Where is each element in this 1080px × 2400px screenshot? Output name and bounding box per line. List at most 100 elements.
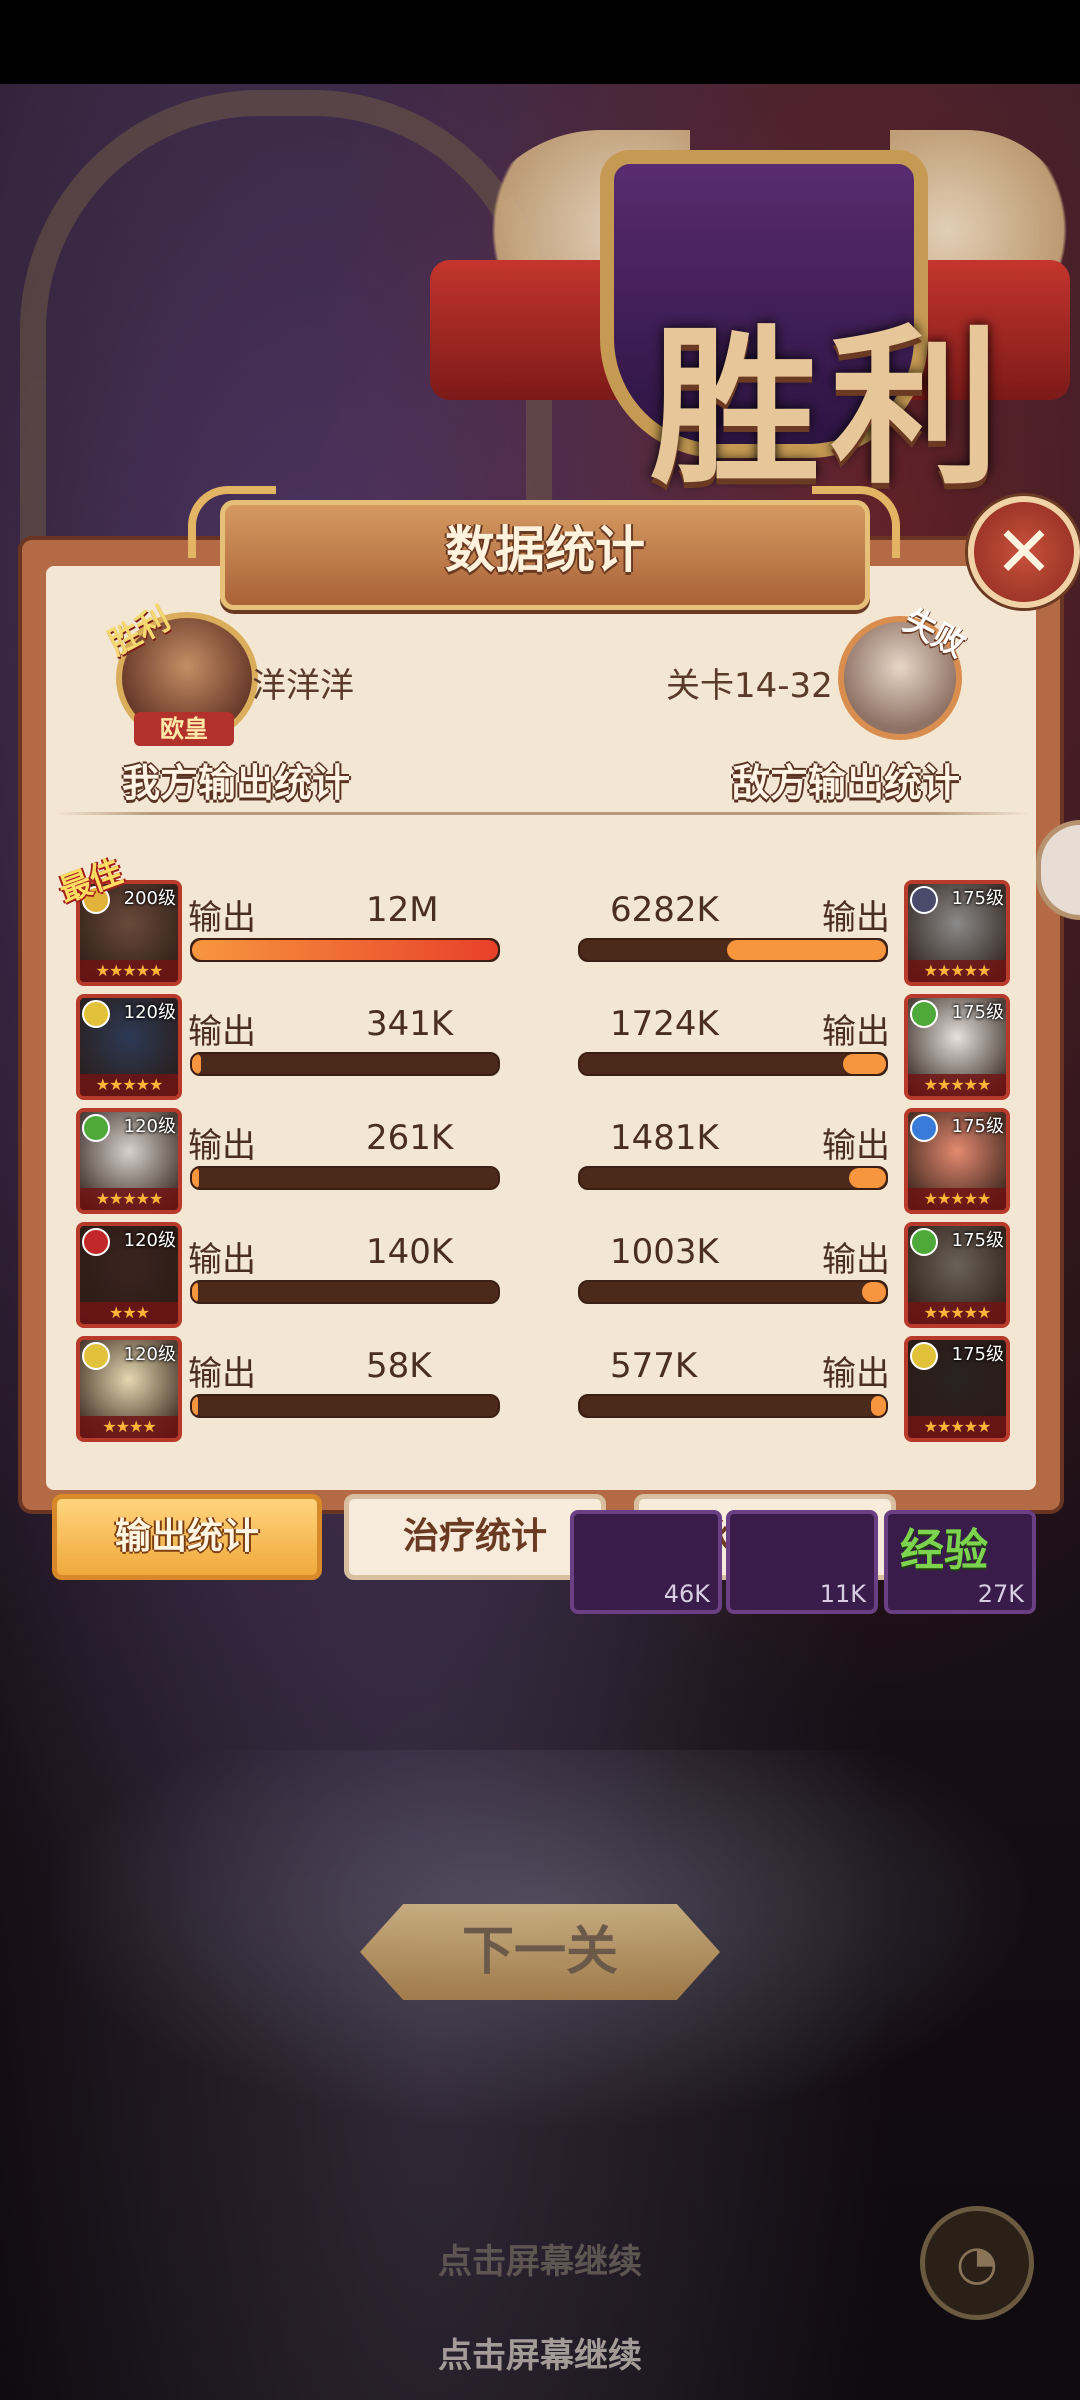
element-icon	[82, 1228, 110, 1256]
output-row: 120级 ★★★ 输出 140K 1003K 输出 175级 ★★★★★	[0, 1222, 1080, 1332]
element-icon	[910, 886, 938, 914]
enemy-output-bar	[578, 1052, 888, 1076]
output-label: 输出	[822, 1126, 890, 1166]
status-bar	[0, 0, 1080, 84]
ally-portrait[interactable]: 120级 ★★★★★	[76, 1108, 182, 1214]
element-icon	[910, 1000, 938, 1028]
enemy-portrait[interactable]: 175级 ★★★★★	[904, 1108, 1010, 1214]
enemy-output-fill	[726, 940, 886, 960]
ally-output-value: 58K	[366, 1346, 432, 1386]
hero-level: 175级	[951, 1002, 1004, 1023]
reward-value: 11K	[819, 1580, 866, 1608]
enemy-output-fill	[870, 1396, 886, 1416]
enemy-portrait[interactable]: 175级 ★★★★★	[904, 1222, 1010, 1328]
enemy-output-bar	[578, 938, 888, 962]
output-row: 120级 ★★★★★ 输出 341K 1724K 输出 175级 ★★★★★	[0, 994, 1080, 1104]
element-icon	[910, 1342, 938, 1370]
ally-portrait[interactable]: 120级 ★★★	[76, 1222, 182, 1328]
enemy-output-bar	[578, 1394, 888, 1418]
enemy-output-fill	[861, 1282, 886, 1302]
element-icon	[910, 1114, 938, 1142]
enemy-output-value: 1724K	[610, 1004, 719, 1044]
tab-output-stats[interactable]: 输出统计	[52, 1494, 322, 1580]
star-rating: ★★★★★	[80, 1074, 178, 1096]
close-icon: ✕	[994, 511, 1054, 593]
output-label: 输出	[188, 1240, 256, 1280]
output-label: 输出	[188, 1354, 256, 1394]
hero-level: 175级	[951, 1344, 1004, 1365]
enemy-output-bar	[578, 1166, 888, 1190]
enemy-output-fill	[849, 1168, 886, 1188]
hero-level: 120级	[123, 1002, 176, 1023]
enemy-output-fill	[843, 1054, 886, 1074]
output-label: 输出	[822, 1354, 890, 1394]
section-divider	[54, 812, 1030, 815]
ally-output-bar	[190, 1280, 500, 1304]
player-name: 洋洋洋	[252, 666, 354, 706]
ally-output-bar	[190, 938, 500, 962]
ally-output-value: 12M	[366, 890, 439, 930]
close-button[interactable]: ✕	[968, 496, 1080, 608]
enemy-output-value: 1003K	[610, 1232, 719, 1272]
hero-level: 175级	[951, 1230, 1004, 1251]
ally-output-value: 341K	[366, 1004, 454, 1044]
tap-to-continue-faded: 点击屏幕继续	[438, 2242, 642, 2282]
output-row: 120级 ★★★★ 输出 58K 577K 输出 175级 ★★★★★	[0, 1336, 1080, 1446]
next-stage-button[interactable]: 下一关	[360, 1904, 720, 2000]
ally-output-fill	[192, 940, 498, 960]
ally-portrait[interactable]: 120级 ★★★★★	[76, 994, 182, 1100]
hero-level: 200级	[123, 888, 176, 909]
ally-portrait[interactable]: 120级 ★★★★	[76, 1336, 182, 1442]
stage-label: 关卡14-32	[666, 666, 833, 706]
output-row: 200级 ★★★★★ 输出 12M 6282K 输出 175级 ★★★★★	[0, 880, 1080, 990]
output-label: 输出	[822, 1240, 890, 1280]
star-rating: ★★★★★	[908, 1074, 1006, 1096]
reward-item-2: 11K	[726, 1510, 878, 1614]
enemy-portrait[interactable]: 175级 ★★★★★	[904, 1336, 1010, 1442]
reward-item-1: 46K	[570, 1510, 722, 1614]
output-label: 输出	[822, 1012, 890, 1052]
ally-output-value: 261K	[366, 1118, 454, 1158]
ally-output-bar	[190, 1052, 500, 1076]
hero-level: 175级	[951, 888, 1004, 909]
hero-level: 120级	[123, 1116, 176, 1137]
star-rating: ★★★★★	[80, 1188, 178, 1210]
ally-output-bar	[190, 1394, 500, 1418]
next-button-label: 下一关	[461, 1922, 618, 1982]
element-icon	[82, 1000, 110, 1028]
output-label: 输出	[188, 1126, 256, 1166]
tap-to-continue[interactable]: 点击屏幕继续	[0, 2328, 1080, 2377]
clock-icon: ◔	[956, 2235, 998, 2291]
victory-banner-text: 胜利	[649, 308, 1010, 508]
ally-output-fill	[192, 1054, 201, 1074]
speed-toggle-button[interactable]: ◔	[920, 2206, 1034, 2320]
enemy-portrait[interactable]: 175级 ★★★★★	[904, 880, 1010, 986]
tab-healing-stats[interactable]: 治疗统计	[344, 1494, 606, 1580]
enemy-output-value: 1481K	[610, 1118, 719, 1158]
reward-exp-label: 经验	[900, 1525, 988, 1576]
reward-value: 46K	[663, 1580, 710, 1608]
element-icon	[910, 1228, 938, 1256]
star-rating: ★★★★★	[908, 1416, 1006, 1438]
star-rating: ★★★	[80, 1302, 178, 1324]
output-label: 输出	[822, 898, 890, 938]
ally-output-fill	[192, 1282, 199, 1302]
output-label: 输出	[188, 1012, 256, 1052]
enemy-portrait[interactable]: 175级 ★★★★★	[904, 994, 1010, 1100]
element-icon	[82, 1114, 110, 1142]
enemy-output-value: 577K	[610, 1346, 698, 1386]
element-icon	[82, 1342, 110, 1370]
hero-level: 120级	[123, 1344, 176, 1365]
output-row: 120级 ★★★★★ 输出 261K 1481K 输出 175级 ★★★★★	[0, 1108, 1080, 1218]
star-rating: ★★★★★	[908, 1188, 1006, 1210]
enemy-output-value: 6282K	[610, 890, 719, 930]
star-rating: ★★★★★	[908, 1302, 1006, 1324]
ally-output-fill	[192, 1168, 199, 1188]
reward-value: 27K	[977, 1580, 1024, 1608]
ally-output-bar	[190, 1166, 500, 1190]
enemy-output-title: 敌方输出统计	[732, 761, 961, 805]
player-rank-tag: 欧皇	[134, 712, 234, 746]
star-rating: ★★★★★	[908, 960, 1006, 982]
hero-level: 175级	[951, 1116, 1004, 1137]
output-label: 输出	[188, 898, 256, 938]
